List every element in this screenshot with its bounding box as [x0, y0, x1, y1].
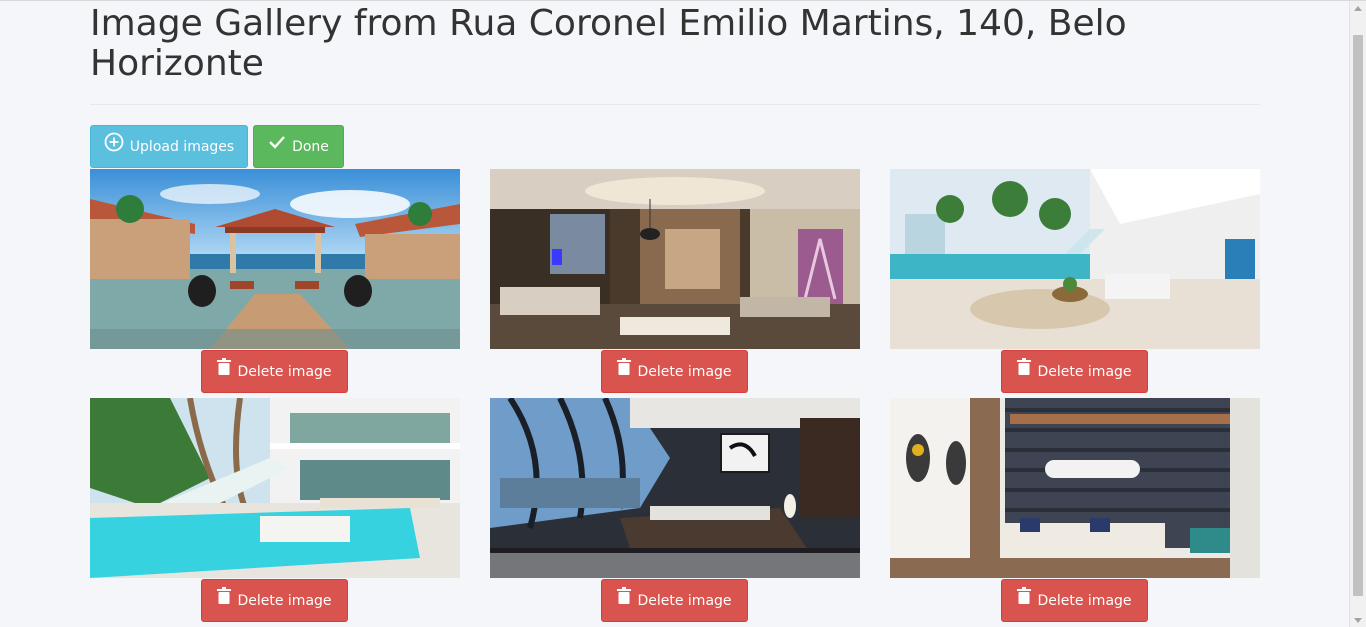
toolbar: Upload images Done: [90, 125, 1260, 168]
trash-icon: [1017, 587, 1032, 608]
upload-images-label: Upload images: [129, 138, 235, 155]
gallery-image[interactable]: [90, 169, 460, 349]
delete-image-label: Delete image: [1037, 592, 1132, 609]
trash-icon: [1017, 358, 1032, 379]
done-button[interactable]: Done: [253, 125, 344, 168]
gallery-image[interactable]: [90, 398, 460, 578]
delete-image-label: Delete image: [237, 592, 332, 609]
page-title: Image Gallery from Rua Coronel Emilio Ma…: [90, 3, 1127, 84]
delete-image-button[interactable]: Delete image: [1001, 350, 1148, 393]
gallery-item: Delete image: [890, 398, 1260, 622]
gallery-container: Image Gallery from Rua Coronel Emilio Ma…: [90, 1, 1260, 622]
trash-icon: [617, 587, 632, 608]
gallery-item: Delete image: [490, 398, 860, 622]
scroll-up-arrow-icon[interactable]: [1354, 6, 1362, 11]
scroll-down-arrow-icon[interactable]: [1354, 618, 1362, 623]
gallery-item: Delete image: [90, 398, 460, 622]
delete-image-button[interactable]: Delete image: [1001, 579, 1148, 622]
delete-image-label: Delete image: [237, 363, 332, 380]
done-label: Done: [292, 138, 329, 155]
trash-icon: [217, 587, 232, 608]
trash-icon: [217, 358, 232, 379]
upload-images-button[interactable]: Upload images: [90, 125, 248, 168]
gallery-image[interactable]: [490, 169, 860, 349]
delete-image-button[interactable]: Delete image: [201, 579, 348, 622]
delete-image-label: Delete image: [637, 363, 732, 380]
gallery-item: Delete image: [490, 169, 860, 393]
delete-image-label: Delete image: [637, 592, 732, 609]
vertical-scrollbar[interactable]: [1349, 1, 1366, 627]
gallery-image[interactable]: [490, 398, 860, 578]
gallery-item: Delete image: [890, 169, 1260, 393]
delete-image-button[interactable]: Delete image: [601, 350, 748, 393]
scrollbar-thumb[interactable]: [1353, 35, 1363, 596]
trash-icon: [617, 358, 632, 379]
gallery-image[interactable]: [890, 169, 1260, 349]
delete-image-button[interactable]: Delete image: [201, 350, 348, 393]
gallery-item: Delete image: [90, 169, 460, 393]
delete-image-label: Delete image: [1037, 363, 1132, 380]
delete-image-button[interactable]: Delete image: [601, 579, 748, 622]
gallery-image[interactable]: [890, 398, 1260, 578]
title-divider: [90, 104, 1260, 105]
plus-circle-icon: [104, 132, 124, 156]
check-icon: [268, 134, 286, 154]
